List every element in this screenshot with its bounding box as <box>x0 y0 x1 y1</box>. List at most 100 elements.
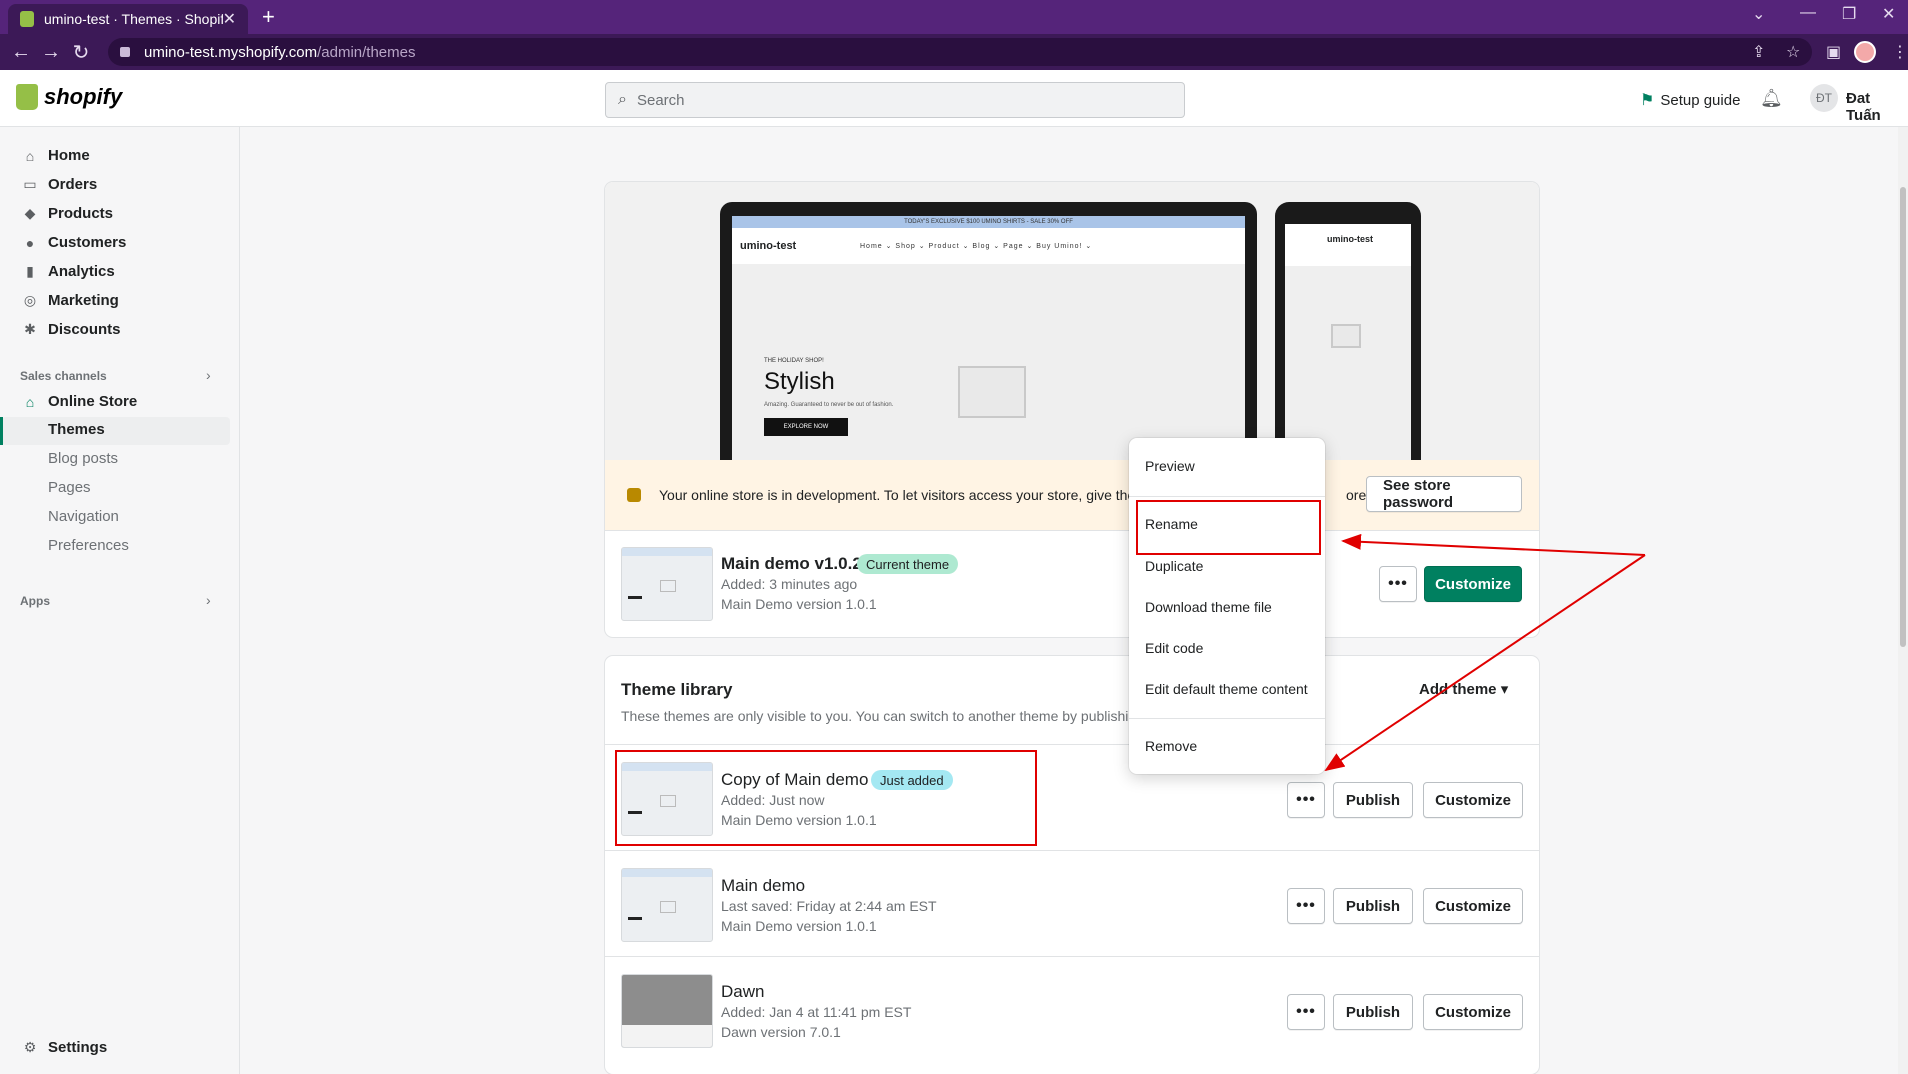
theme-actions-button[interactable]: ••• <box>1287 888 1325 924</box>
sidebar-item-blog-posts[interactable]: Blog posts <box>48 450 118 467</box>
sidebar-item-analytics[interactable]: ▮ Analytics <box>20 263 115 280</box>
back-icon[interactable]: ← <box>6 41 36 64</box>
user-avatar[interactable]: ĐT <box>1810 84 1838 112</box>
admin-sidebar: ⌂ Home ▭ Orders ◆ Products ● Customers ▮ Anal… <box>0 127 240 1074</box>
preview-menu: Home ⌄ Shop ⌄ Product ⌄ Blog ⌄ Page ⌄ Bu… <box>860 243 1093 250</box>
side-panel-icon[interactable]: ▣ <box>1826 42 1841 62</box>
forward-icon[interactable]: → <box>36 41 66 64</box>
sidebar-item-pages[interactable]: Pages <box>48 479 91 496</box>
sidebar-item-navigation[interactable]: Navigation <box>48 508 119 525</box>
banner-text-tail: ore <box>1346 487 1367 503</box>
sidebar-item-products[interactable]: ◆ Products <box>20 205 113 222</box>
url-field[interactable]: umino-test.myshopify.com/admin/themes <box>108 38 1812 66</box>
store-icon: ⌂ <box>25 393 35 410</box>
theme-version: Dawn version 7.0.1 <box>721 1024 841 1040</box>
menu-item-duplicate[interactable]: Duplicate <box>1145 558 1203 574</box>
menu-item-remove[interactable]: Remove <box>1145 738 1197 754</box>
sidebar-item-label: Analytics <box>48 263 115 280</box>
active-item-background <box>2 417 230 445</box>
theme-version: Main Demo version 1.0.1 <box>721 918 877 934</box>
sales-channels-label: Sales channels <box>20 369 107 383</box>
restore-icon[interactable]: ❐ <box>1842 4 1856 24</box>
browser-tab-bar: umino-test · Themes · Shopify ✕ + ⌄ — ❐ … <box>0 0 1908 34</box>
theme-actions-button[interactable]: ••• <box>1287 994 1325 1030</box>
tab-close-icon[interactable]: ✕ <box>223 9 236 29</box>
logo-wordmark: shopify <box>44 84 123 109</box>
reload-icon[interactable]: ↻ <box>66 40 96 65</box>
mobile-preview-screen: umino-test <box>1285 224 1411 462</box>
banner-text: Your online store is in development. To … <box>659 487 1136 503</box>
sidebar-item-marketing[interactable]: ◎ Marketing <box>20 292 119 309</box>
publish-button[interactable]: Publish <box>1333 782 1413 818</box>
browser-menu-icon[interactable]: ⋮ <box>1892 42 1908 62</box>
flag-icon: ⚑ <box>1640 92 1655 109</box>
setup-guide-label: Setup guide <box>1660 91 1741 109</box>
admin-search-input[interactable]: ⌕ Search <box>605 82 1185 118</box>
new-tab-button[interactable]: + <box>262 4 275 30</box>
sales-channels-chevron-icon[interactable]: › <box>206 367 211 383</box>
customize-button[interactable]: Customize <box>1423 888 1523 924</box>
browser-profile-avatar[interactable] <box>1854 41 1876 63</box>
divider <box>605 744 1539 745</box>
publish-button[interactable]: Publish <box>1333 888 1413 924</box>
menu-item-edit-code[interactable]: Edit code <box>1145 640 1203 656</box>
tag-icon: ◆ <box>24 205 36 221</box>
menu-item-preview[interactable]: Preview <box>1145 458 1195 474</box>
theme-preview: TODAY'S EXCLUSIVE $100 UMINO SHIRTS - SA… <box>605 182 1539 466</box>
preview-store-name: umino-test <box>740 240 797 252</box>
customize-button[interactable]: Customize <box>1423 994 1523 1030</box>
sidebar-item-customers[interactable]: ● Customers <box>20 234 127 251</box>
current-theme-added: Added: 3 minutes ago <box>721 576 858 592</box>
setup-guide-button[interactable]: ⚑ Setup guide <box>1640 90 1740 110</box>
menu-item-download-theme-file[interactable]: Download theme file <box>1145 599 1272 615</box>
sidebar-item-orders[interactable]: ▭ Orders <box>20 176 97 193</box>
sidebar-item-settings[interactable]: ⚙ Settings <box>20 1039 107 1056</box>
notifications-bell-icon[interactable]: 🔔︎ <box>1760 88 1783 109</box>
theme-actions-button[interactable]: ••• <box>1287 782 1325 818</box>
share-icon[interactable]: ⇪ <box>1752 42 1765 62</box>
sidebar-item-label: Customers <box>48 234 127 251</box>
mobile-preview-frame: umino-test <box>1275 202 1421 462</box>
mobile-store-name: umino-test <box>1285 224 1411 266</box>
theme-name: Main demo <box>721 876 806 895</box>
divider <box>605 956 1539 957</box>
add-theme-button[interactable]: Add theme ▾ <box>1419 680 1508 698</box>
current-theme-actions-button[interactable]: ••• <box>1379 566 1417 602</box>
minimize-icon[interactable]: — <box>1800 4 1816 22</box>
orders-icon: ▭ <box>23 176 37 192</box>
see-store-password-button[interactable]: See store password <box>1366 476 1522 512</box>
development-store-banner: Your online store is in development. To … <box>605 460 1539 530</box>
preview-store-header: umino-test Home ⌄ Shop ⌄ Product ⌄ Blog … <box>732 228 1245 264</box>
theme-library-card: Theme library These themes are only visi… <box>605 656 1539 1074</box>
scrollbar-thumb[interactable] <box>1900 187 1906 647</box>
sidebar-item-discounts[interactable]: ✱ Discounts <box>20 321 120 338</box>
menu-item-edit-default-theme-content[interactable]: Edit default theme content <box>1145 681 1308 697</box>
publish-button[interactable]: Publish <box>1333 994 1413 1030</box>
sidebar-item-preferences[interactable]: Preferences <box>48 537 129 554</box>
current-theme-badge: Current theme <box>857 554 959 574</box>
customize-button[interactable]: Customize <box>1423 782 1523 818</box>
customize-current-theme-button[interactable]: Customize <box>1424 566 1522 602</box>
bookmark-star-icon[interactable]: ☆ <box>1786 42 1800 62</box>
url-host: umino-test.myshopify.com <box>144 43 318 61</box>
active-item-indicator <box>0 417 3 445</box>
window-close-icon[interactable]: ✕ <box>1882 4 1895 24</box>
tab-search-icon[interactable]: ⌄ <box>1752 4 1765 24</box>
shopify-logo[interactable]: shopify <box>16 84 122 110</box>
site-info-icon[interactable] <box>120 47 130 57</box>
sidebar-item-themes[interactable]: Themes <box>48 421 105 438</box>
divider <box>605 530 1539 531</box>
preview-hero-subtitle: Amazing. Guaranteed to never be out of f… <box>764 402 894 408</box>
page-scrollbar[interactable] <box>1898 127 1908 1074</box>
browser-tab[interactable]: umino-test · Themes · Shopify ✕ <box>8 4 248 34</box>
theme-thumbnail <box>621 868 713 942</box>
placeholder-image-icon <box>958 366 1026 418</box>
user-name[interactable]: Đat Tuấn <box>1846 90 1908 124</box>
apps-label: Apps <box>20 594 50 608</box>
apps-chevron-icon[interactable]: › <box>206 592 211 608</box>
sidebar-item-label: Settings <box>48 1039 108 1056</box>
address-bar-row: ← → ↻ umino-test.myshopify.com/admin/the… <box>0 34 1908 70</box>
sidebar-item-home[interactable]: ⌂ Home <box>20 147 90 164</box>
sidebar-item-online-store[interactable]: ⌂ Online Store <box>20 393 137 410</box>
bar-chart-icon: ▮ <box>26 263 34 279</box>
